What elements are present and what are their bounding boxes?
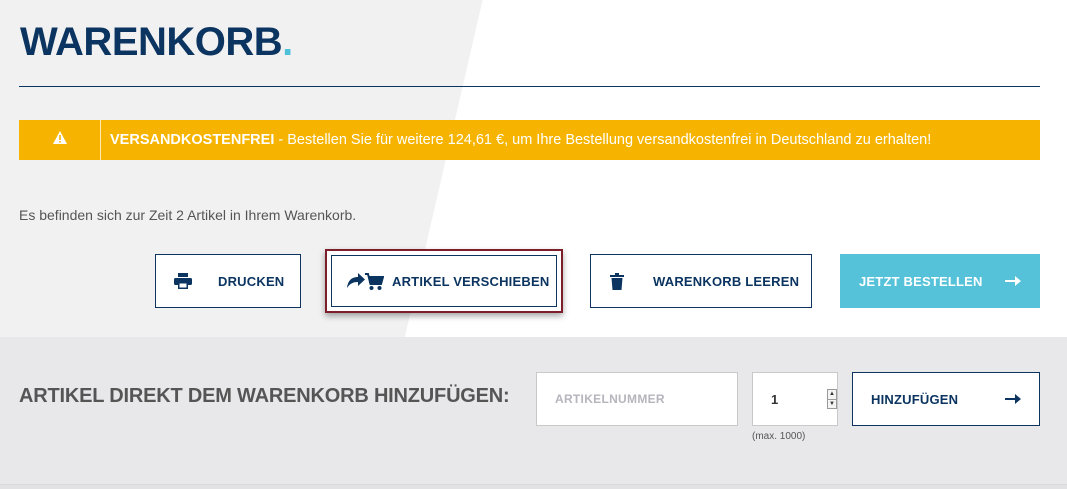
quick-add-title: ARTIKEL DIREKT DEM WARENKORB HINZUFÜGEN: <box>19 385 510 407</box>
spinner-up-icon[interactable]: ▲ <box>828 390 836 399</box>
title-divider <box>19 86 1040 87</box>
share-cart-icon <box>336 271 394 291</box>
section-bottom-border <box>0 484 1067 489</box>
spinner-down-icon[interactable]: ▼ <box>828 398 836 409</box>
move-button-highlight: ARTIKEL VERSCHIEBEN <box>325 249 563 313</box>
alert-text: - Bestellen Sie für weitere 124,61 €, um… <box>274 132 932 148</box>
alert-strong: VERSANDKOSTENFREI <box>110 132 275 148</box>
add-to-cart-button[interactable]: HINZUFÜGEN <box>852 372 1040 426</box>
alert-icon-box <box>19 120 101 160</box>
move-items-button[interactable]: ARTIKEL VERSCHIEBEN <box>331 255 557 307</box>
warning-icon <box>52 131 67 149</box>
cart-item-count-text: Es befinden sich zur Zeit 2 Artikel in I… <box>19 207 357 223</box>
move-items-button-label: ARTIKEL VERSCHIEBEN <box>392 273 550 289</box>
printer-icon <box>156 273 210 289</box>
print-button[interactable]: DRUCKEN <box>155 254 301 308</box>
checkout-button[interactable]: JETZT BESTELLEN <box>840 254 1040 308</box>
print-button-label: DRUCKEN <box>218 273 285 289</box>
quantity-input[interactable] <box>753 390 823 408</box>
arrow-right-icon <box>1005 274 1021 289</box>
title-dot: . <box>282 20 293 64</box>
empty-cart-button[interactable]: WARENKORB LEEREN <box>590 254 812 308</box>
article-number-input[interactable] <box>536 372 738 426</box>
quantity-spinner[interactable]: ▲ ▼ <box>827 389 837 409</box>
alert-message: VERSANDKOSTENFREI - Bestellen Sie für we… <box>101 132 931 148</box>
shipping-alert: VERSANDKOSTENFREI - Bestellen Sie für we… <box>19 120 1040 160</box>
quantity-stepper[interactable]: ▲ ▼ <box>752 372 838 426</box>
add-to-cart-button-label: HINZUFÜGEN <box>871 391 959 407</box>
trash-icon <box>591 272 643 290</box>
page-title: WARENKORB. <box>20 20 293 64</box>
arrow-right-icon <box>1005 392 1021 407</box>
empty-cart-button-label: WARENKORB LEEREN <box>653 273 800 289</box>
checkout-button-label: JETZT BESTELLEN <box>859 273 983 289</box>
quantity-hint: (max. 1000) <box>752 431 806 442</box>
